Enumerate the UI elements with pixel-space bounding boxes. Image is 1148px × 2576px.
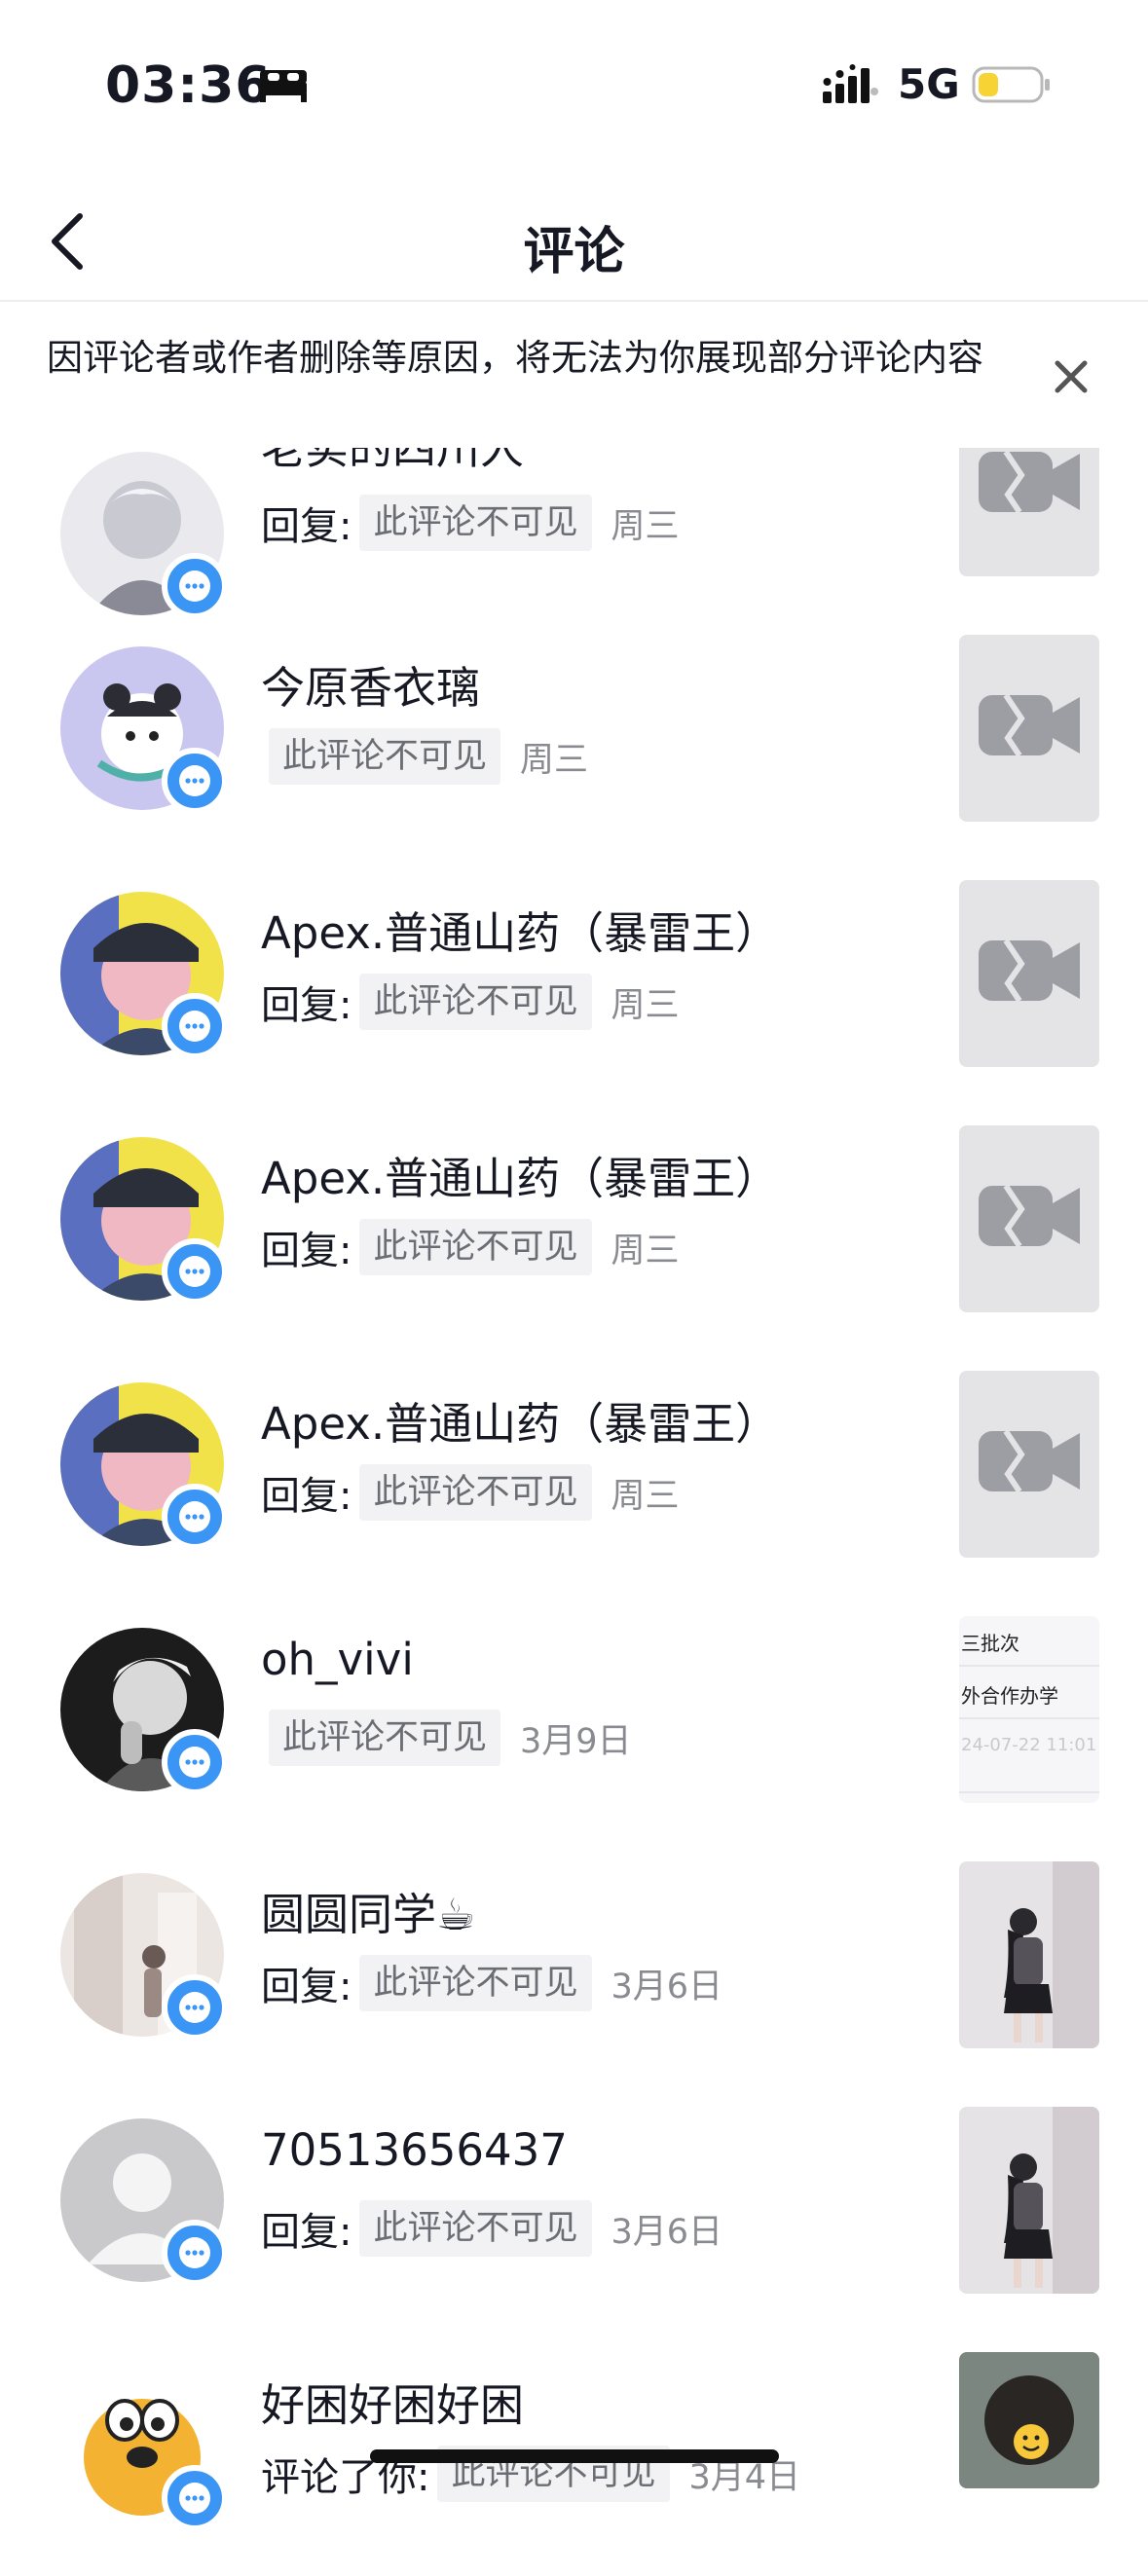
timestamp: 周三 — [611, 506, 680, 546]
chat-bubble-icon — [162, 2465, 228, 2531]
timestamp: 周三 — [520, 740, 589, 780]
timestamp: 3月9日 — [520, 1721, 632, 1761]
list-item[interactable]: Apex.普通山药（暴雷王） 回复: 此评论不可见 周三 — [0, 1349, 1148, 1595]
reply-prefix: 回复: — [261, 1965, 352, 2009]
timestamp: 周三 — [611, 1231, 680, 1270]
avatar[interactable] — [60, 1382, 228, 1550]
list-item[interactable]: 今原香衣璃 此评论不可见 周三 — [0, 613, 1148, 859]
doc-line: 外合作办学 — [961, 1684, 1058, 1708]
chat-bubble-icon — [162, 748, 228, 814]
divider — [959, 1717, 1099, 1719]
reply-prefix: 回复: — [261, 983, 352, 1028]
close-icon[interactable] — [1047, 352, 1095, 401]
timestamp: 3月6日 — [611, 2212, 723, 2252]
username[interactable]: 好困好困好困 — [261, 2370, 524, 2433]
hidden-comment-pill[interactable]: 此评论不可见 — [359, 1464, 592, 1521]
hidden-comment-pill[interactable]: 此评论不可见 — [269, 1710, 501, 1766]
hidden-comment-pill[interactable]: 此评论不可见 — [359, 1955, 592, 2011]
avatar[interactable] — [60, 1873, 228, 2041]
username[interactable]: Apex.普通山药（暴雷王） — [261, 898, 779, 961]
avatar[interactable] — [60, 1137, 228, 1305]
video-thumbnail[interactable] — [959, 1125, 1099, 1312]
video-thumbnail[interactable] — [959, 635, 1099, 822]
username[interactable]: 70513656437 — [261, 2124, 568, 2176]
home-indicator[interactable] — [370, 2449, 779, 2463]
reply-prefix: 回复: — [261, 1474, 352, 1519]
reply-prefix: 回复: — [261, 2210, 352, 2255]
timestamp: 周三 — [611, 1476, 680, 1516]
divider — [959, 1665, 1099, 1667]
avatar[interactable] — [60, 2118, 228, 2286]
comment-meta: 此评论不可见 周三 — [261, 728, 588, 785]
notice-text: 因评论者或作者删除等原因，将无法为你展现部分评论内容 — [47, 337, 983, 379]
chat-bubble-icon — [162, 2220, 228, 2286]
username[interactable]: Apex.普通山药（暴雷王） — [261, 1388, 779, 1452]
comment-meta: 此评论不可见 3月9日 — [261, 1710, 632, 1766]
avatar[interactable] — [60, 452, 228, 619]
hidden-comment-pill[interactable]: 此评论不可见 — [269, 728, 501, 785]
comment-meta: 回复: 此评论不可见 周三 — [261, 974, 680, 1030]
video-camera-icon — [959, 880, 1099, 1067]
list-item[interactable]: oh_vivi 此评论不可见 3月9日 三批次 外合作办学 24-07-22 1… — [0, 1595, 1148, 1840]
video-camera-icon — [959, 635, 1099, 822]
divider — [959, 1791, 1099, 1793]
comment-meta: 回复: 此评论不可见 周三 — [261, 495, 680, 551]
notice-banner: 因评论者或作者删除等原因，将无法为你展现部分评论内容 — [0, 302, 1148, 448]
list-item[interactable]: 70513656437 回复: 此评论不可见 3月6日 — [0, 2085, 1148, 2331]
comment-meta: 回复: 此评论不可见 周三 — [261, 1219, 680, 1275]
reply-prefix: 回复: — [261, 504, 352, 549]
video-camera-icon — [959, 1371, 1099, 1558]
comment-meta: 回复: 此评论不可见 3月6日 — [261, 2200, 722, 2257]
video-thumbnail[interactable] — [959, 1371, 1099, 1558]
photo-thumbnail[interactable] — [959, 2107, 1099, 2294]
avatar[interactable] — [60, 2364, 228, 2531]
list-item[interactable]: Apex.普通山药（暴雷王） 回复: 此评论不可见 周三 — [0, 1104, 1148, 1349]
avatar[interactable] — [60, 1628, 228, 1795]
username[interactable]: 圆圆同学☕ — [261, 1879, 475, 1942]
photo-thumbnail[interactable] — [959, 2352, 1099, 2488]
video-camera-icon — [959, 1125, 1099, 1312]
username[interactable]: Apex.普通山药（暴雷王） — [261, 1143, 779, 1206]
list-item[interactable]: 圆圆同学☕ 回复: 此评论不可见 3月6日 — [0, 1840, 1148, 2085]
hidden-comment-pill[interactable]: 此评论不可见 — [359, 2200, 592, 2257]
username[interactable]: oh_vivi — [261, 1634, 414, 1685]
reply-prefix: 回复: — [261, 1229, 352, 1273]
hidden-comment-pill[interactable]: 此评论不可见 — [359, 974, 592, 1030]
username[interactable]: 今原香衣璃 — [261, 652, 480, 716]
timestamp: 3月6日 — [611, 1967, 723, 2006]
chat-bubble-icon — [162, 1974, 228, 2041]
comment-meta: 回复: 此评论不可见 3月6日 — [261, 1955, 722, 2011]
chat-bubble-icon — [162, 1729, 228, 1795]
chat-bubble-icon — [162, 553, 228, 619]
doc-line: 三批次 — [961, 1632, 1019, 1655]
chat-bubble-icon — [162, 1484, 228, 1550]
chat-bubble-icon — [162, 1238, 228, 1305]
doc-line: 24-07-22 11:01 — [961, 1735, 1097, 1755]
photo-thumbnail[interactable] — [959, 1861, 1099, 2048]
hidden-comment-pill[interactable]: 此评论不可见 — [359, 495, 592, 551]
timestamp: 周三 — [611, 985, 680, 1025]
hidden-comment-pill[interactable]: 此评论不可见 — [359, 1219, 592, 1275]
avatar[interactable] — [60, 892, 228, 1059]
video-thumbnail[interactable] — [959, 880, 1099, 1067]
avatar[interactable] — [60, 646, 228, 814]
chat-bubble-icon — [162, 993, 228, 1059]
list-item[interactable]: Apex.普通山药（暴雷王） 回复: 此评论不可见 周三 — [0, 859, 1148, 1104]
comment-meta: 回复: 此评论不可见 周三 — [261, 1464, 680, 1521]
document-thumbnail[interactable]: 三批次 外合作办学 24-07-22 11:01 — [959, 1616, 1099, 1803]
